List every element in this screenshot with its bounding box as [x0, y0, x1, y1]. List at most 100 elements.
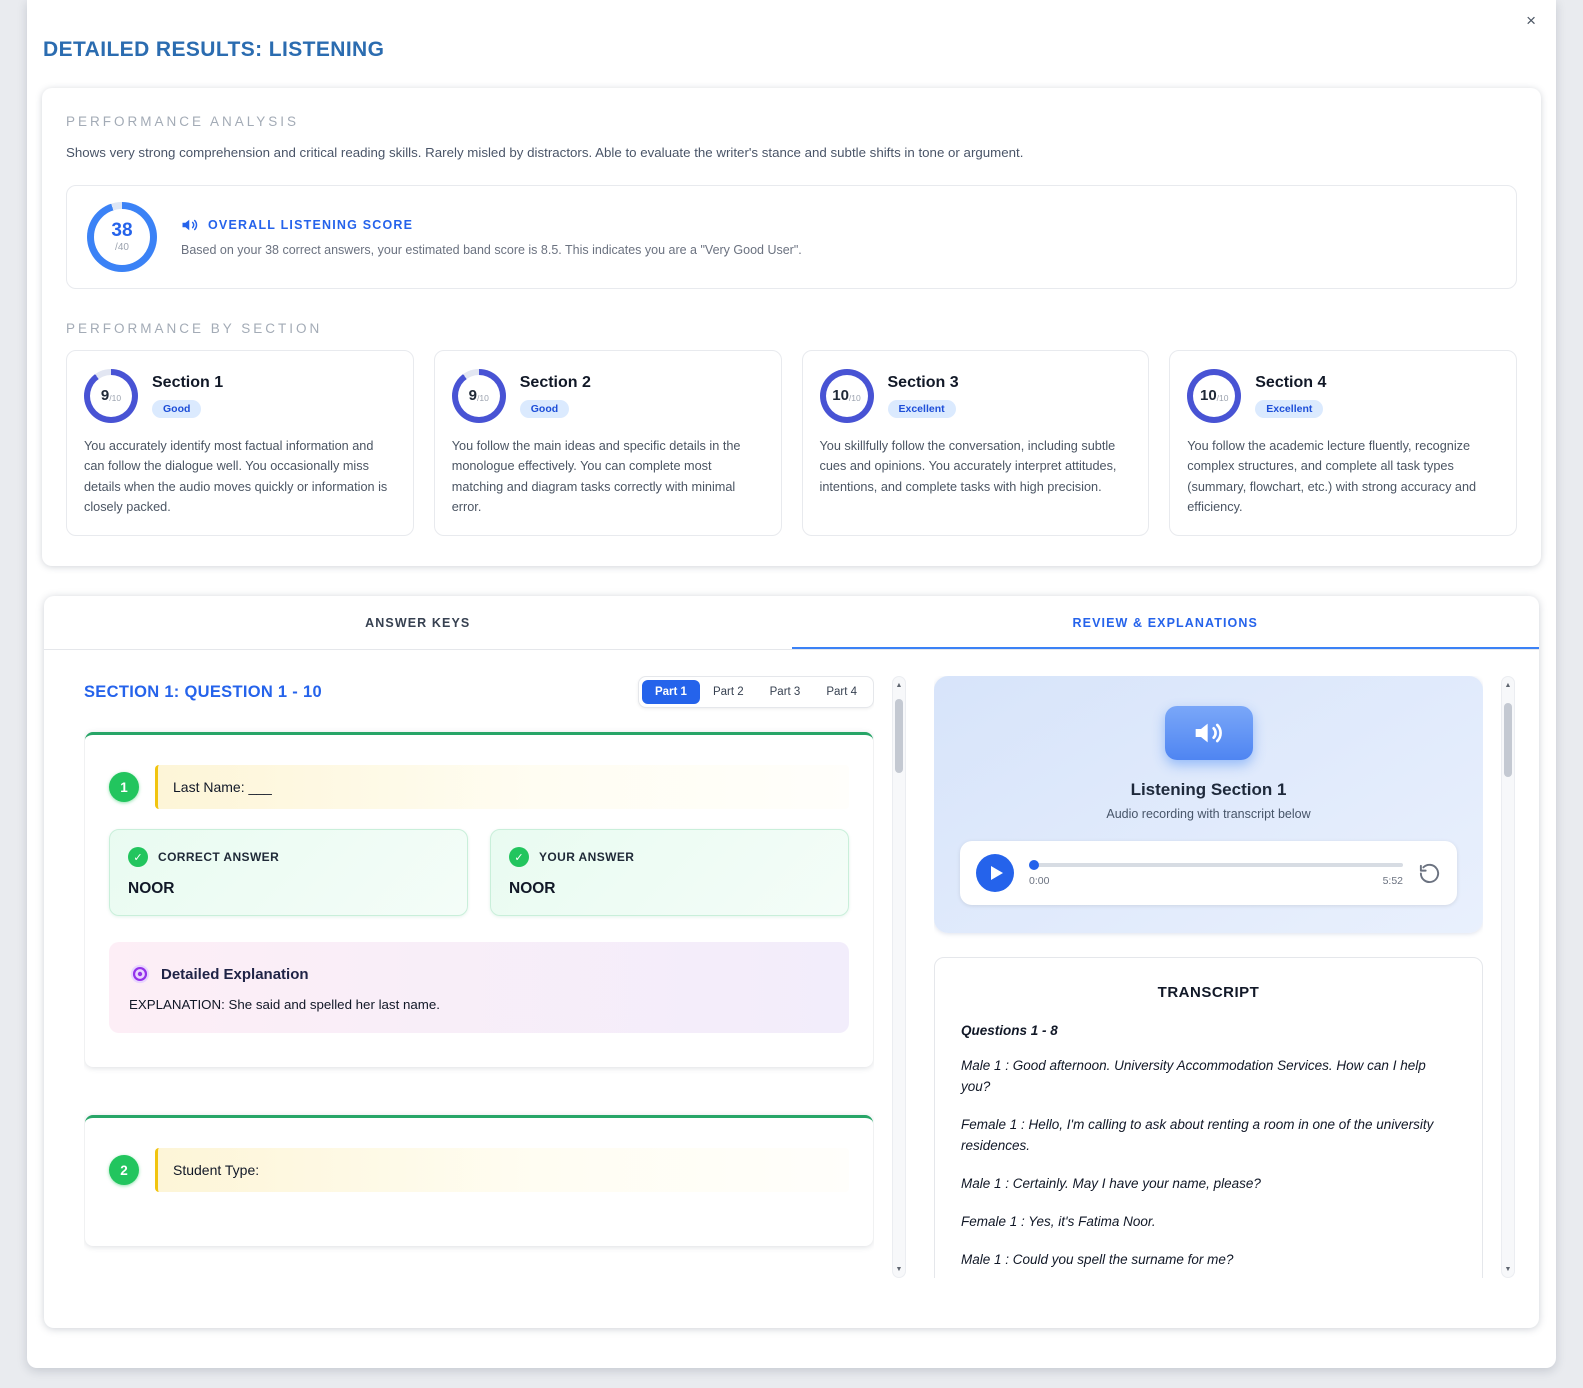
section-2-description: You follow the main ideas and specific d… [452, 436, 764, 517]
section-1-title: Section 1 [152, 374, 223, 392]
part-4-tab[interactable]: Part 4 [813, 680, 870, 704]
section-3-score: 10 [832, 388, 849, 403]
performance-analysis-card: PERFORMANCE ANALYSIS Shows very strong c… [42, 88, 1541, 566]
questions-scrollbar[interactable]: ▲ ▼ [892, 676, 906, 1278]
section-1-card: 9 /10 Section 1 Good You accurately iden… [66, 350, 414, 536]
scroll-up-icon[interactable]: ▲ [893, 677, 905, 693]
scrollbar-track[interactable] [1502, 693, 1514, 1261]
correct-answer-value: NOOR [128, 880, 449, 898]
results-detail-card: ANSWER KEYS REVIEW & EXPLANATIONS SECTIO… [44, 596, 1539, 1328]
transcript-line: Female 1 : Hello, I'm calling to ask abo… [961, 1115, 1456, 1157]
overall-score-description: Based on your 38 correct answers, your e… [181, 243, 802, 257]
target-icon [129, 963, 151, 985]
check-icon: ✓ [509, 847, 529, 867]
explanation-box: Detailed Explanation EXPLANATION: She sa… [109, 942, 849, 1033]
play-button[interactable] [976, 854, 1014, 892]
question-number-badge: 1 [109, 772, 139, 802]
tab-content: SECTION 1: QUESTION 1 - 10 Part 1 Part 2… [44, 650, 1539, 1278]
section-3-title: Section 3 [888, 374, 959, 392]
section-1-score: 9 [101, 388, 109, 403]
review-panel: Listening Section 1 Audio recording with… [934, 676, 1483, 1278]
section-3-description: You skillfully follow the conversation, … [820, 436, 1132, 497]
your-answer-box: ✓ YOUR ANSWER NOOR [490, 829, 849, 916]
performance-by-section-heading: PERFORMANCE BY SECTION [66, 321, 1517, 336]
scrollbar-track[interactable] [893, 693, 905, 1261]
your-answer-value: NOOR [509, 880, 830, 898]
progress-track[interactable] [1029, 863, 1403, 867]
section-1-ring: 9 /10 [84, 369, 138, 423]
section-2-ring: 9 /10 [452, 369, 506, 423]
scrollbar-thumb[interactable] [1504, 703, 1512, 777]
scroll-down-icon[interactable]: ▼ [893, 1261, 905, 1277]
transcript-line: Male 1 : Good afternoon. University Acco… [961, 1056, 1456, 1098]
questions-panel: SECTION 1: QUESTION 1 - 10 Part 1 Part 2… [84, 676, 874, 1278]
section-grid: 9 /10 Section 1 Good You accurately iden… [66, 350, 1517, 536]
correct-answer-box: ✓ CORRECT ANSWER NOOR [109, 829, 468, 916]
question-card-1: 1 Last Name: ___ ✓ CORRECT ANSWER NOOR [85, 732, 873, 1067]
current-time: 0:00 [1029, 875, 1049, 887]
audio-subtitle: Audio recording with transcript below [960, 807, 1457, 821]
audio-player: 0:00 5:52 [960, 841, 1457, 905]
overall-score-total: /40 [115, 242, 129, 253]
part-1-tab[interactable]: Part 1 [642, 680, 700, 704]
performance-analysis-heading: PERFORMANCE ANALYSIS [66, 114, 1517, 129]
transcript-line: Male 1 : Certainly. May I have your name… [961, 1174, 1456, 1195]
question-text: Last Name: ___ [155, 765, 849, 809]
part-tabs: Part 1 Part 2 Part 3 Part 4 [638, 676, 874, 708]
section-4-card: 10 /10 Section 4 Excellent You follow th… [1169, 350, 1517, 536]
transcript-subheading: Questions 1 - 8 [961, 1023, 1456, 1038]
transcript-heading: TRANSCRIPT [961, 984, 1456, 1001]
check-icon: ✓ [128, 847, 148, 867]
play-icon [991, 866, 1003, 880]
transcript-card: TRANSCRIPT Questions 1 - 8 Male 1 : Good… [934, 957, 1483, 1278]
detailed-results-modal: × DETAILED RESULTS: LISTENING PERFORMANC… [27, 0, 1556, 1368]
scroll-up-icon[interactable]: ▲ [1502, 677, 1514, 693]
section-4-badge: Excellent [1255, 400, 1323, 418]
section-4-ring: 10 /10 [1187, 369, 1241, 423]
progress-area: 0:00 5:52 [1029, 859, 1403, 887]
scroll-down-icon[interactable]: ▼ [1502, 1261, 1514, 1277]
section-3-card: 10 /10 Section 3 Excellent You skillfull… [802, 350, 1150, 536]
duration: 5:52 [1383, 875, 1403, 887]
section-1-description: You accurately identify most factual inf… [84, 436, 396, 517]
speaker-icon [181, 216, 199, 234]
tab-bar: ANSWER KEYS REVIEW & EXPLANATIONS [44, 596, 1539, 650]
section-4-score: 10 [1200, 388, 1217, 403]
question-text: Student Type: [155, 1148, 849, 1192]
transcript-line: Female 1 : Yes, it's Fatima Noor. [961, 1212, 1456, 1233]
overall-score-ring: 38 /40 [87, 202, 157, 272]
replay-icon[interactable] [1418, 862, 1441, 885]
review-scrollbar[interactable]: ▲ ▼ [1501, 676, 1515, 1278]
correct-answer-label: CORRECT ANSWER [158, 850, 279, 864]
section-4-description: You follow the academic lecture fluently… [1187, 436, 1499, 517]
question-card-2: 2 Student Type: [85, 1115, 873, 1246]
explanation-title: Detailed Explanation [161, 966, 309, 983]
section-2-badge: Good [520, 400, 569, 418]
your-answer-label: YOUR ANSWER [539, 850, 634, 864]
overall-score-ring-inner: 38 /40 [94, 209, 150, 265]
overall-score-box: 38 /40 OVERALL LISTENING SCORE Based on … [66, 185, 1517, 289]
page-title: DETAILED RESULTS: LISTENING [27, 0, 1556, 88]
section-3-badge: Excellent [888, 400, 956, 418]
progress-knob[interactable] [1029, 860, 1039, 870]
overall-score-text: OVERALL LISTENING SCORE Based on your 38… [181, 216, 802, 257]
tab-answer-keys[interactable]: ANSWER KEYS [44, 596, 792, 649]
section-questions-heading: SECTION 1: QUESTION 1 - 10 [84, 683, 322, 702]
explanation-text: EXPLANATION: She said and spelled her la… [129, 997, 829, 1012]
overall-score-value: 38 [111, 221, 132, 240]
transcript-line: Male 1 : Could you spell the surname for… [961, 1250, 1456, 1271]
section-4-title: Section 4 [1255, 374, 1326, 392]
section-2-title: Section 2 [520, 374, 591, 392]
close-icon[interactable]: × [1522, 8, 1540, 33]
part-3-tab[interactable]: Part 3 [757, 680, 814, 704]
question-number-badge: 2 [109, 1155, 139, 1185]
audio-title: Listening Section 1 [960, 780, 1457, 800]
performance-summary: Shows very strong comprehension and crit… [66, 143, 1517, 163]
section-2-score: 9 [469, 388, 477, 403]
part-2-tab[interactable]: Part 2 [700, 680, 757, 704]
section-1-badge: Good [152, 400, 201, 418]
scrollbar-thumb[interactable] [895, 699, 903, 773]
overall-score-label: OVERALL LISTENING SCORE [208, 218, 413, 232]
tab-review-explanations[interactable]: REVIEW & EXPLANATIONS [792, 596, 1540, 649]
audio-speaker-icon[interactable] [1165, 706, 1253, 760]
